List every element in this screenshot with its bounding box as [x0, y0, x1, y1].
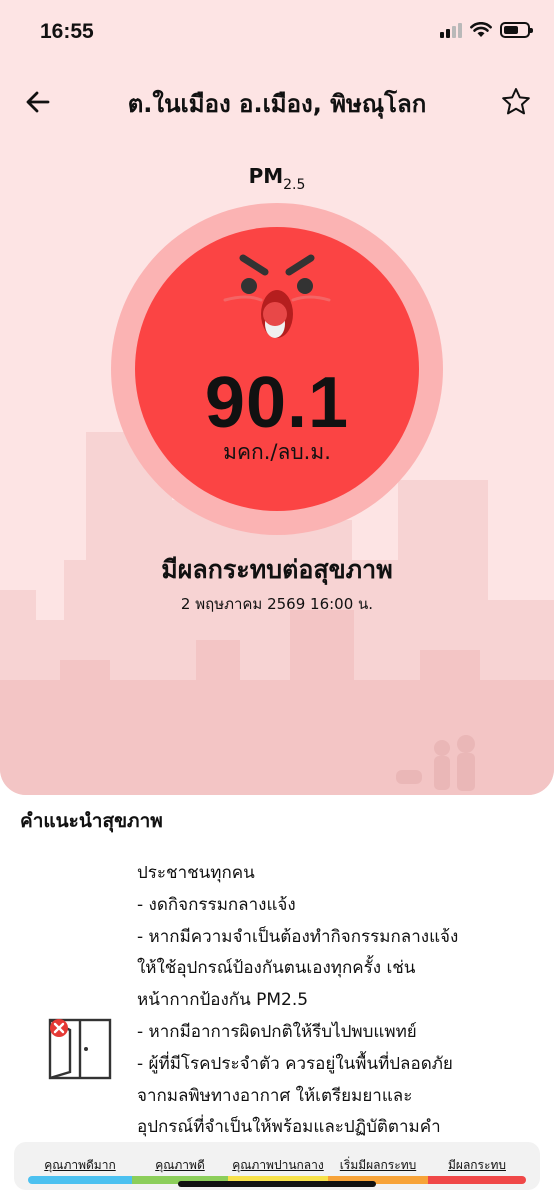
- home-indicator[interactable]: [178, 1181, 376, 1187]
- aqi-unit: มคก./ลบ.ม.: [223, 440, 331, 464]
- legend-bar: [28, 1176, 132, 1184]
- status-bar: 16:55: [0, 0, 554, 64]
- favorite-button[interactable]: [498, 84, 534, 120]
- angry-face-icon: [223, 254, 331, 338]
- advice-line: - ผู้ที่มีโรคประจำตัว ควรอยู่ในพื้นที่ปล…: [137, 1053, 453, 1074]
- legend-label: คุณภาพปานกลาง: [232, 1158, 324, 1172]
- back-button[interactable]: [20, 84, 56, 120]
- legend-label: คุณภาพดี: [155, 1158, 205, 1172]
- legend-item-impact[interactable]: มีผลกระทบ: [428, 1142, 526, 1190]
- battery-icon: [500, 22, 533, 38]
- updated-timestamp: 2 พฤษภาคม 2569 16:00 น.: [180, 595, 374, 613]
- cellular-signal-icon: [440, 22, 462, 38]
- advice-line: - งดกิจกรรมกลางแจ้ง: [137, 894, 296, 915]
- legend-label: เริ่มมีผลกระทบ: [339, 1158, 417, 1172]
- status-icons: [440, 22, 533, 38]
- pollutant-name: PM: [248, 164, 284, 188]
- header: ต.ในเมือง อ.เมือง, พิษณุโลก: [0, 70, 554, 134]
- advice-line: ประชาชนทุกคน: [137, 863, 255, 883]
- aqi-value: 90.1: [204, 363, 350, 443]
- advice-section-title: คำแนะนำสุขภาพ: [20, 810, 163, 832]
- advice-line: อุปกรณ์ที่จำเป็นให้พร้อมและปฏิบัติตามคำ: [137, 1117, 441, 1138]
- advice-text: ประชาชนทุกคน - งดกิจกรรมกลางแจ้ง - หากมี…: [137, 858, 537, 1144]
- wifi-icon: [470, 22, 492, 37]
- legend-bar: [428, 1176, 526, 1184]
- pollutant-label: PM2.5: [0, 164, 554, 193]
- location-title: ต.ในเมือง อ.เมือง, พิษณุโลก: [127, 90, 427, 118]
- advice-line: หน้ากากป้องกัน PM2.5: [137, 990, 309, 1011]
- star-icon: [502, 88, 530, 115]
- status-time: 16:55: [40, 20, 94, 43]
- advice-line: จากมลพิษทางอากาศ ให้เตรียมยาและ: [137, 1085, 413, 1106]
- health-level-text: มีผลกระทบต่อสุขภาพ: [161, 555, 393, 584]
- arrow-left-icon: [26, 91, 50, 113]
- advice-line: - หากมีความจำเป็นต้องทำกิจกรรมกลางแจ้ง: [137, 926, 459, 947]
- legend-label: คุณภาพดีมาก: [44, 1158, 116, 1172]
- legend-item-very-good[interactable]: คุณภาพดีมาก: [28, 1142, 132, 1190]
- advice-line: ให้ใช้อุปกรณ์ป้องกันตนเองทุกครั้ง เช่น: [137, 958, 416, 979]
- pollutant-subscript: 2.5: [283, 177, 306, 193]
- window-door-icon: [48, 1018, 112, 1080]
- advice-line: - หากมีอาการผิดปกติให้รีบไปพบแพทย์: [137, 1021, 417, 1042]
- legend-label: มีผลกระทบ: [448, 1158, 506, 1172]
